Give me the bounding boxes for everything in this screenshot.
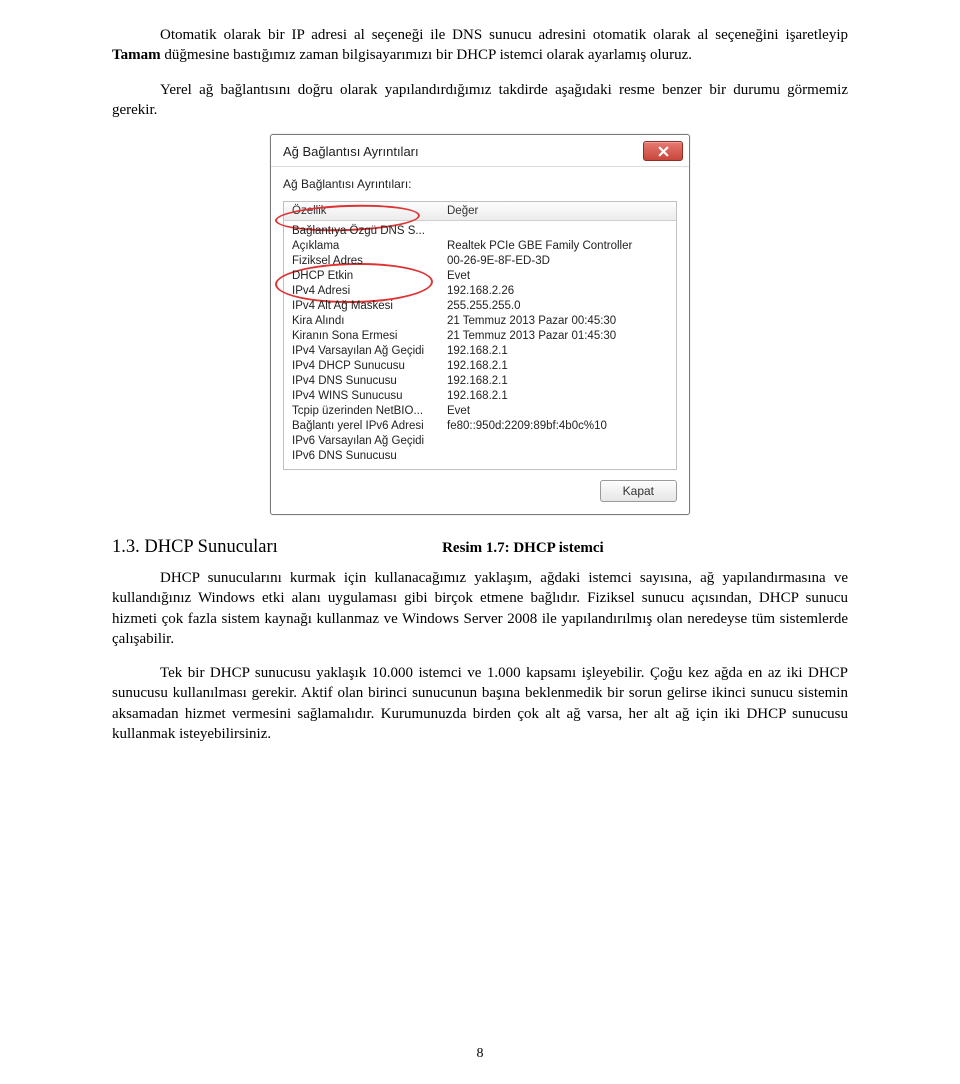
property-label: IPv6 Varsayılan Ağ Geçidi: [284, 433, 439, 448]
table-row: DHCP EtkinEvet: [284, 268, 676, 283]
p1-text-c: düğmesine bastığımız zaman bilgisayarımı…: [161, 47, 692, 63]
property-label: IPv4 WINS Sunucusu: [284, 388, 439, 403]
table-row: Tcpip üzerinden NetBIO...Evet: [284, 403, 676, 418]
property-value: 255.255.255.0: [439, 298, 676, 313]
property-label: IPv4 DNS Sunucusu: [284, 373, 439, 388]
property-label: Bağlantıya Özgü DNS S...: [284, 223, 439, 238]
property-value: [439, 448, 676, 463]
property-label: IPv4 Alt Ağ Maskesi: [284, 298, 439, 313]
property-value: 00-26-9E-8F-ED-3D: [439, 253, 676, 268]
paragraph-3: DHCP sunucularını kurmak için kullanacağ…: [112, 568, 848, 649]
table-row: Bağlantıya Özgü DNS S...: [284, 223, 676, 238]
table-row: Kiranın Sona Ermesi21 Temmuz 2013 Pazar …: [284, 328, 676, 343]
property-label: IPv6 DNS Sunucusu: [284, 448, 439, 463]
property-value: 21 Temmuz 2013 Pazar 00:45:30: [439, 313, 676, 328]
property-value: 21 Temmuz 2013 Pazar 01:45:30: [439, 328, 676, 343]
caption-row: 1.3. DHCP Sunucuları Resim 1.7: DHCP ist…: [112, 537, 848, 558]
table-row: IPv4 DNS Sunucusu192.168.2.1: [284, 373, 676, 388]
dialog-body: Ağ Bağlantısı Ayrıntıları: Özellik Değer…: [271, 173, 689, 514]
property-value: 192.168.2.1: [439, 373, 676, 388]
dialog-screenshot: Ağ Bağlantısı Ayrıntıları Ağ Bağlantısı …: [112, 134, 848, 515]
table-row: IPv4 Varsayılan Ağ Geçidi192.168.2.1: [284, 343, 676, 358]
property-label: Kiranın Sona Ermesi: [284, 328, 439, 343]
p1-text-a: Otomatik olarak bir IP adresi al seçeneğ…: [160, 27, 848, 43]
table-row: Fiziksel Adres00-26-9E-8F-ED-3D: [284, 253, 676, 268]
property-label: IPv4 DHCP Sunucusu: [284, 358, 439, 373]
table-row: IPv6 Varsayılan Ağ Geçidi: [284, 433, 676, 448]
table-row: AçıklamaRealtek PCIe GBE Family Controll…: [284, 238, 676, 253]
dialog-title-text: Ağ Bağlantısı Ayrıntıları: [283, 144, 419, 159]
properties-header: Özellik Değer: [284, 202, 676, 221]
properties-table: Özellik Değer Bağlantıya Özgü DNS S...Aç…: [283, 201, 677, 470]
property-value: [439, 223, 676, 238]
property-label: Açıklama: [284, 238, 439, 253]
figure-caption: Resim 1.7: DHCP istemci: [198, 540, 848, 557]
table-row: IPv4 DHCP Sunucusu192.168.2.1: [284, 358, 676, 373]
close-icon: [658, 146, 669, 157]
property-label: DHCP Etkin: [284, 268, 439, 283]
property-value: 192.168.2.1: [439, 388, 676, 403]
table-row: IPv4 WINS Sunucusu192.168.2.1: [284, 388, 676, 403]
p1-bold: Tamam: [112, 47, 161, 63]
kapat-button[interactable]: Kapat: [600, 480, 677, 502]
dialog-footer: Kapat: [283, 470, 677, 502]
dialog-separator: [271, 166, 689, 167]
table-row: IPv6 DNS Sunucusu: [284, 448, 676, 463]
dialog-subtitle: Ağ Bağlantısı Ayrıntıları:: [283, 177, 677, 191]
dialog-titlebar: Ağ Bağlantısı Ayrıntıları: [271, 135, 689, 166]
table-row: Kira Alındı21 Temmuz 2013 Pazar 00:45:30: [284, 313, 676, 328]
network-details-dialog: Ağ Bağlantısı Ayrıntıları Ağ Bağlantısı …: [270, 134, 690, 515]
page-number: 8: [0, 1046, 960, 1062]
table-row: IPv4 Adresi192.168.2.26: [284, 283, 676, 298]
property-label: Tcpip üzerinden NetBIO...: [284, 403, 439, 418]
header-property: Özellik: [284, 202, 439, 220]
property-label: Bağlantı yerel IPv6 Adresi: [284, 418, 439, 433]
property-value: fe80::950d:2209:89bf:4b0c%10: [439, 418, 676, 433]
property-value: 192.168.2.26: [439, 283, 676, 298]
table-row: Bağlantı yerel IPv6 Adresife80::950d:220…: [284, 418, 676, 433]
property-label: IPv4 Varsayılan Ağ Geçidi: [284, 343, 439, 358]
property-label: Fiziksel Adres: [284, 253, 439, 268]
property-label: Kira Alındı: [284, 313, 439, 328]
property-label: IPv4 Adresi: [284, 283, 439, 298]
property-value: Evet: [439, 268, 676, 283]
properties-body: Bağlantıya Özgü DNS S...AçıklamaRealtek …: [284, 221, 676, 469]
property-value: [439, 433, 676, 448]
header-value: Değer: [439, 202, 676, 220]
paragraph-1: Otomatik olarak bir IP adresi al seçeneğ…: [112, 25, 848, 66]
property-value: 192.168.2.1: [439, 343, 676, 358]
close-button[interactable]: [643, 141, 683, 161]
property-value: Evet: [439, 403, 676, 418]
table-row: IPv4 Alt Ağ Maskesi255.255.255.0: [284, 298, 676, 313]
paragraph-4: Tek bir DHCP sunucusu yaklaşık 10.000 is…: [112, 663, 848, 744]
property-value: 192.168.2.1: [439, 358, 676, 373]
property-value: Realtek PCIe GBE Family Controller: [439, 238, 676, 253]
paragraph-2: Yerel ağ bağlantısını doğru olarak yapıl…: [112, 80, 848, 121]
